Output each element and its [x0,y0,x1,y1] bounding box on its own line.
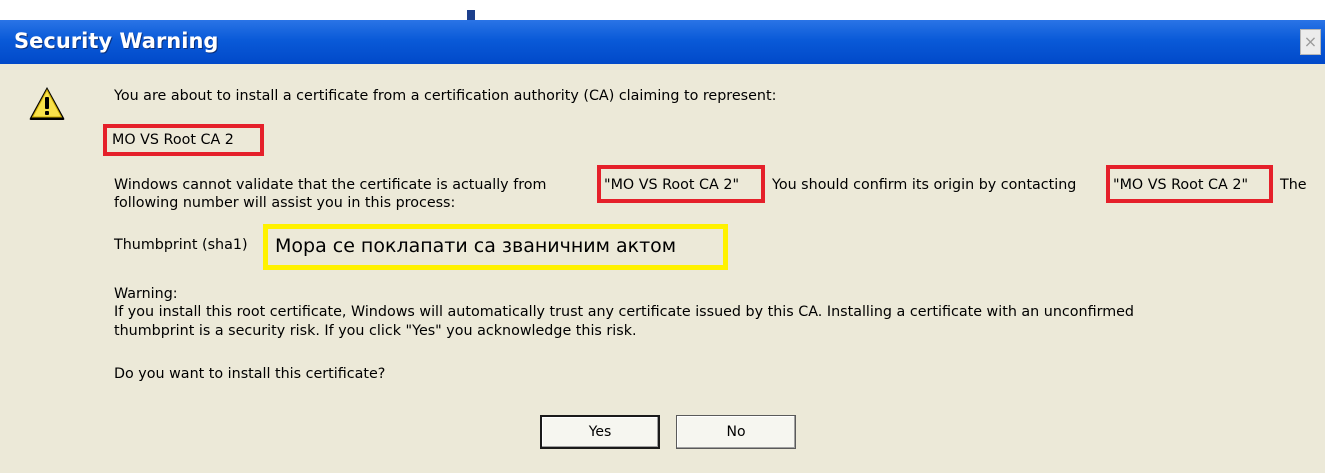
validate-quoted-ca-1: "MO VS Root CA 2" [604,177,740,193]
validate-quoted-ca-2: "MO VS Root CA 2" [1113,177,1249,193]
validate-text-part1: Windows cannot validate that the certifi… [114,177,547,193]
warning-heading: Warning: [114,286,178,302]
warning-text-line2: thumbprint is a security risk. If you cl… [114,323,637,339]
warning-icon [29,87,65,120]
validate-text-part3: The [1280,177,1307,193]
thumbprint-value: Мора се поклапати са званичним актом [275,235,677,257]
intro-text: You are about to install a certificate f… [114,88,777,104]
dialog-title: Security Warning [14,29,219,53]
background-strip [0,0,1325,20]
close-icon: × [1303,32,1318,51]
background-fragment [467,10,475,20]
ca-name: MO VS Root CA 2 [112,132,234,148]
install-question: Do you want to install this certificate? [114,366,386,382]
validate-text-part2: You should confirm its origin by contact… [772,177,1077,193]
no-button[interactable]: No [676,415,796,449]
close-button[interactable]: × [1300,29,1321,55]
warning-text-line1: If you install this root certificate, Wi… [114,304,1135,320]
title-bar: Security Warning × [0,20,1325,64]
yes-button[interactable]: Yes [540,415,660,449]
thumbprint-label: Thumbprint (sha1) [114,237,248,253]
validate-text-line2: following number will assist you in this… [114,195,456,211]
